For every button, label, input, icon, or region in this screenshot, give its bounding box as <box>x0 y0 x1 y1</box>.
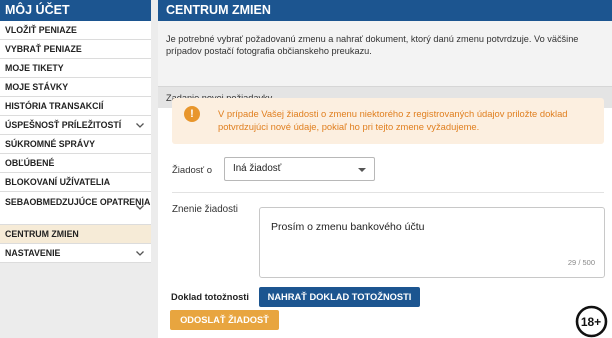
sidebar-item-label: NASTAVENIE <box>5 248 61 258</box>
sidebar-item-blokovani-uzivatelia[interactable]: BLOKOVANÍ UŽÍVATELIA <box>0 173 151 192</box>
chevron-down-icon[interactable] <box>135 202 145 212</box>
sidebar-item-sebaobmedzujuce-opatrenia[interactable]: SEBAOBMEDZUJÚCE OPATRENIA <box>0 192 151 225</box>
sidebar-item-oblubene[interactable]: OBĽÚBENÉ <box>0 154 151 173</box>
send-request-button[interactable]: ODOSLAŤ ŽIADOSŤ <box>170 310 279 330</box>
sidebar-item-historia-transakcii[interactable]: HISTÓRIA TRANSAKCIÍ <box>0 97 151 116</box>
sidebar-item-label: BLOKOVANÍ UŽÍVATELIA <box>5 177 111 187</box>
sidebar: MÔJ ÚČET VLOŽIŤ PENIAZE VYBRAŤ PENIAZE MOJ… <box>0 0 151 338</box>
sidebar-menu: VLOŽIŤ PENIAZE VYBRAŤ PENIAZE MOJE TIKETY M… <box>0 21 151 263</box>
page-title: CENTRUM ZMIEN <box>158 0 612 21</box>
intro-text: Je potrebné vybrať požadovanú zmenu a na… <box>158 21 612 86</box>
sidebar-item-moje-tikety[interactable]: MOJE TIKETY <box>0 59 151 78</box>
sidebar-item-label: ÚSPEŠNOSŤ PRÍLEŽITOSTÍ <box>5 120 122 130</box>
age-badge-text: 18+ <box>581 315 601 329</box>
info-alert: ! V prípade Vašej žiadosti o zmenu niekt… <box>172 98 604 144</box>
age-restriction-18-icon: 18+ <box>575 305 608 338</box>
request-type-value: Iná žiadosť <box>233 163 282 174</box>
id-document-label: Doklad totožnosti <box>171 292 249 302</box>
sidebar-item-moje-stavky[interactable]: MOJE STÁVKY <box>0 78 151 97</box>
chevron-down-icon[interactable] <box>135 120 145 130</box>
character-counter: 29 / 500 <box>567 258 595 267</box>
sidebar-item-vlozit-peniaze[interactable]: VLOŽIŤ PENIAZE <box>0 21 151 40</box>
sidebar-item-label: SEBAOBMEDZUJÚCE OPATRENIA <box>5 197 151 207</box>
sidebar-item-nastavenie[interactable]: NASTAVENIE <box>0 244 151 263</box>
sidebar-item-sukromne-spravy[interactable]: SÚKROMNÉ SPRÁVY <box>0 135 151 154</box>
sidebar-item-uspesnost-prilezitosti[interactable]: ÚSPEŠNOSŤ PRÍLEŽITOSTÍ <box>0 116 151 135</box>
sidebar-item-label: CENTRUM ZMIEN <box>5 229 79 239</box>
sidebar-item-label: VLOŽIŤ PENIAZE <box>5 25 77 35</box>
sidebar-item-label: VYBRAŤ PENIAZE <box>5 44 82 54</box>
chevron-down-icon[interactable] <box>135 248 145 258</box>
sidebar-item-label: MOJE STÁVKY <box>5 82 69 92</box>
request-type-select[interactable]: Iná žiadosť <box>224 157 375 181</box>
divider <box>172 192 604 193</box>
sidebar-item-label: HISTÓRIA TRANSAKCIÍ <box>5 101 104 111</box>
sidebar-item-centrum-zmien[interactable]: CENTRUM ZMIEN <box>0 225 151 244</box>
warning-icon: ! <box>184 106 200 122</box>
request-type-label: Žiadosť o <box>172 165 212 176</box>
caret-down-icon <box>358 168 366 172</box>
request-text-value: Prosím o zmenu bankového účtu <box>271 221 425 233</box>
sidebar-item-label: SÚKROMNÉ SPRÁVY <box>5 139 95 149</box>
request-text-field[interactable]: Prosím o zmenu bankového účtu 29 / 500 <box>259 207 605 278</box>
sidebar-title: MÔJ ÚČET <box>0 0 151 21</box>
request-text-label: Znenie žiadosti <box>172 204 238 215</box>
upload-id-button[interactable]: NAHRAŤ DOKLAD TOTOŽNOSTI <box>259 287 420 307</box>
sidebar-item-vybrat-peniaze[interactable]: VYBRAŤ PENIAZE <box>0 40 151 59</box>
main-panel: CENTRUM ZMIEN Je potrebné vybrať požadov… <box>158 0 612 338</box>
sidebar-item-label: OBĽÚBENÉ <box>5 158 55 168</box>
alert-text: V prípade Vašej žiadosti o zmenu niektor… <box>218 108 568 132</box>
sidebar-item-label: MOJE TIKETY <box>5 63 64 73</box>
